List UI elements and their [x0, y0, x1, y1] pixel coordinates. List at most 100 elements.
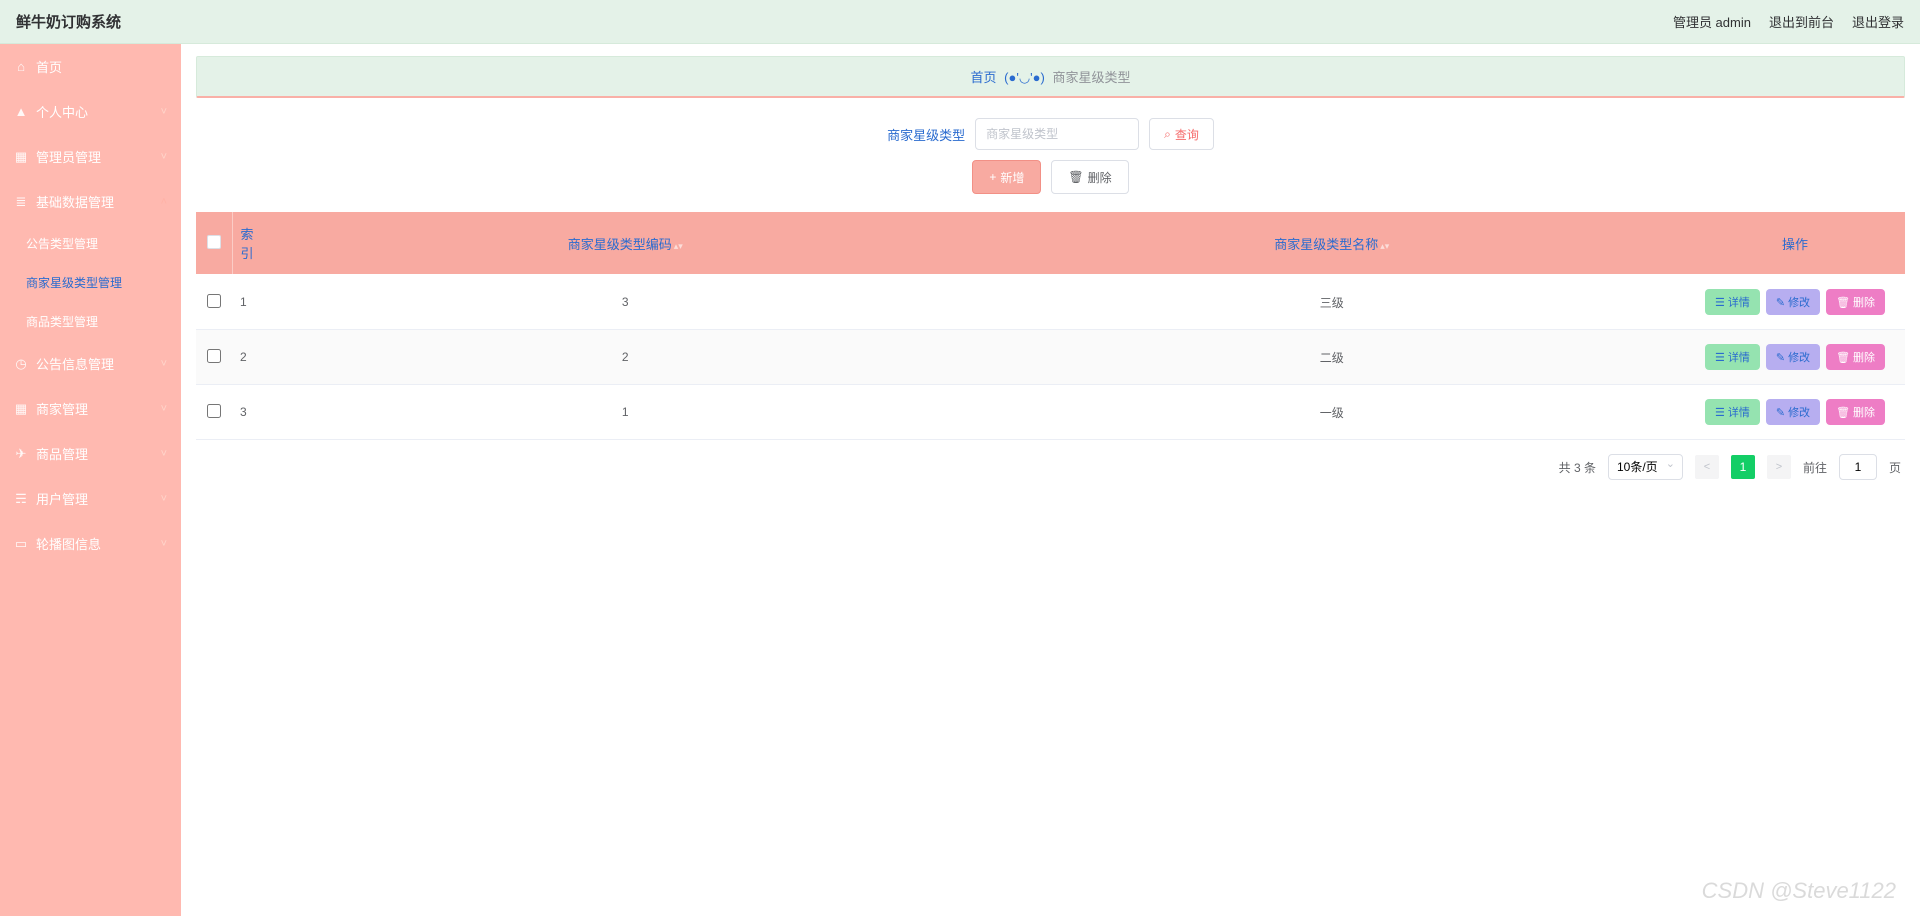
chevron-down-icon: ˅: [161, 106, 167, 118]
detail-icon: ☰: [1715, 351, 1725, 364]
breadcrumb: 首页 (●'◡'●) 商家星级类型: [196, 56, 1905, 98]
sidebar-item-banner[interactable]: ▭ 轮播图信息 ˅: [0, 521, 181, 566]
delete-button-label: 删除: [1088, 169, 1112, 186]
sidebar-item-user[interactable]: ☴ 用户管理 ˅: [0, 476, 181, 521]
search-icon: ⌕: [1164, 127, 1171, 142]
sidebar-item-merchant[interactable]: ▦ 商家管理 ˅: [0, 386, 181, 431]
row-detail-button[interactable]: ☰ 详情: [1705, 289, 1760, 315]
chevron-down-icon: ˅: [161, 151, 167, 163]
page-size-select[interactable]: 10条/页: [1608, 454, 1683, 480]
pagination: 共 3 条 10条/页 < 1 > 前往 页: [196, 440, 1905, 484]
row-edit-button[interactable]: ✎ 修改: [1766, 289, 1820, 315]
admin-label[interactable]: 管理员 admin: [1673, 12, 1751, 31]
sidebar-item-notice[interactable]: ◷ 公告信息管理 ˅: [0, 341, 181, 386]
sort-icon: ▴▾: [674, 241, 683, 252]
row-delete-button[interactable]: 🗑 删除: [1826, 344, 1885, 370]
query-button[interactable]: ⌕ 查询: [1149, 118, 1214, 150]
chevron-down-icon: ˅: [161, 493, 167, 505]
plus-icon: +: [989, 170, 996, 184]
table-row: 13三级 ☰ 详情✎ 修改🗑 删除: [196, 275, 1905, 330]
row-checkbox[interactable]: [207, 294, 221, 308]
cell-index: 1: [232, 275, 272, 330]
pager-next[interactable]: >: [1767, 455, 1791, 479]
detail-icon: ☰: [1715, 406, 1725, 419]
sidebar: ⌂ 首页 ▲ 个人中心 ˅ ▦ 管理员管理 ˅ ≣ 基础数据管理 ˄ 公告类型管…: [0, 44, 181, 916]
query-button-label: 查询: [1175, 126, 1199, 143]
th-ops: 操作: [1685, 212, 1905, 275]
edit-icon: ✎: [1776, 351, 1785, 364]
data-table: 索引 商家星级类型编码▴▾ 商家星级类型名称▴▾ 操作 13三级☰ 详情✎ 修改…: [196, 212, 1905, 440]
detail-icon: ☰: [1715, 296, 1725, 309]
edit-icon: ✎: [1776, 296, 1785, 309]
sidebar-item-admin[interactable]: ▦ 管理员管理 ˅: [0, 134, 181, 179]
delete-button[interactable]: 🗑 删除: [1051, 160, 1128, 194]
sidebar-item-goods[interactable]: ✈ 商品管理 ˅: [0, 431, 181, 476]
layers-icon: ≣: [14, 194, 28, 210]
sidebar-item-label: 公告信息管理: [36, 354, 114, 373]
image-icon: ▭: [14, 536, 28, 552]
goto-prefix: 前往: [1803, 459, 1827, 476]
pager-prev[interactable]: <: [1695, 455, 1719, 479]
sidebar-item-label: 基础数据管理: [36, 192, 114, 211]
cart-icon: ☴: [14, 491, 28, 507]
user-icon: ▲: [14, 104, 28, 119]
row-edit-button[interactable]: ✎ 修改: [1766, 344, 1820, 370]
cell-name: 一级: [979, 385, 1686, 440]
row-detail-button[interactable]: ☰ 详情: [1705, 399, 1760, 425]
add-button[interactable]: + 新增: [972, 160, 1041, 194]
sort-icon: ▴▾: [1380, 241, 1389, 252]
edit-icon: ✎: [1776, 406, 1785, 419]
row-edit-button[interactable]: ✎ 修改: [1766, 399, 1820, 425]
trash-icon: 🗑: [1836, 406, 1850, 419]
sidebar-subitem-notice-type[interactable]: 公告类型管理: [0, 224, 181, 263]
search-bar: 商家星级类型 ⌕ 查询: [196, 98, 1905, 160]
cell-code: 2: [272, 330, 979, 385]
row-detail-button[interactable]: ☰ 详情: [1705, 344, 1760, 370]
chevron-down-icon: ˅: [161, 358, 167, 370]
cell-name: 二级: [979, 330, 1686, 385]
toolbar: + 新增 🗑 删除: [196, 160, 1905, 194]
cell-code: 3: [272, 275, 979, 330]
trash-icon: 🗑: [1068, 170, 1083, 184]
sidebar-item-home[interactable]: ⌂ 首页: [0, 44, 181, 89]
cell-name: 三级: [979, 275, 1686, 330]
th-checkbox[interactable]: [196, 212, 232, 275]
breadcrumb-home[interactable]: 首页: [971, 70, 997, 85]
chevron-up-icon: ˄: [161, 196, 167, 208]
trash-icon: 🗑: [1836, 296, 1850, 309]
sidebar-item-label: 轮播图信息: [36, 534, 101, 553]
breadcrumb-face: (●'◡'●): [1004, 70, 1045, 85]
sidebar-item-label: 商品管理: [36, 444, 88, 463]
grid-icon: ▦: [14, 401, 28, 417]
cell-index: 2: [232, 330, 272, 385]
sidebar-subitem-goods-type[interactable]: 商品类型管理: [0, 302, 181, 341]
sidebar-item-profile[interactable]: ▲ 个人中心 ˅: [0, 89, 181, 134]
chevron-down-icon: ˅: [161, 538, 167, 550]
th-index[interactable]: 索引: [232, 212, 272, 275]
send-icon: ✈: [14, 446, 28, 462]
sidebar-item-label: 个人中心: [36, 102, 88, 121]
sidebar-subitem-star-type[interactable]: 商家星级类型管理: [0, 263, 181, 302]
search-input[interactable]: [975, 118, 1139, 150]
cell-code: 1: [272, 385, 979, 440]
dashboard-icon: ▦: [14, 149, 28, 165]
sidebar-item-basedata[interactable]: ≣ 基础数据管理 ˄: [0, 179, 181, 224]
th-code[interactable]: 商家星级类型编码▴▾: [272, 212, 979, 275]
row-delete-button[interactable]: 🗑 删除: [1826, 289, 1885, 315]
main-content: 首页 (●'◡'●) 商家星级类型 商家星级类型 ⌕ 查询 + 新增 🗑 删除 …: [181, 44, 1920, 916]
row-delete-button[interactable]: 🗑 删除: [1826, 399, 1885, 425]
row-checkbox[interactable]: [207, 404, 221, 418]
cell-index: 3: [232, 385, 272, 440]
logout-link[interactable]: 退出登录: [1852, 12, 1904, 31]
goto-suffix: 页: [1889, 459, 1901, 476]
chevron-down-icon: ˅: [161, 403, 167, 415]
clock-icon: ◷: [14, 356, 28, 372]
goto-input[interactable]: [1839, 454, 1877, 480]
back-to-front-link[interactable]: 退出到前台: [1769, 12, 1834, 31]
chevron-down-icon: ˅: [161, 448, 167, 460]
pager-current[interactable]: 1: [1731, 455, 1755, 479]
row-checkbox[interactable]: [207, 349, 221, 363]
breadcrumb-current: 商家星级类型: [1052, 70, 1130, 85]
add-button-label: 新增: [1000, 169, 1024, 186]
th-name[interactable]: 商家星级类型名称▴▾: [979, 212, 1686, 275]
